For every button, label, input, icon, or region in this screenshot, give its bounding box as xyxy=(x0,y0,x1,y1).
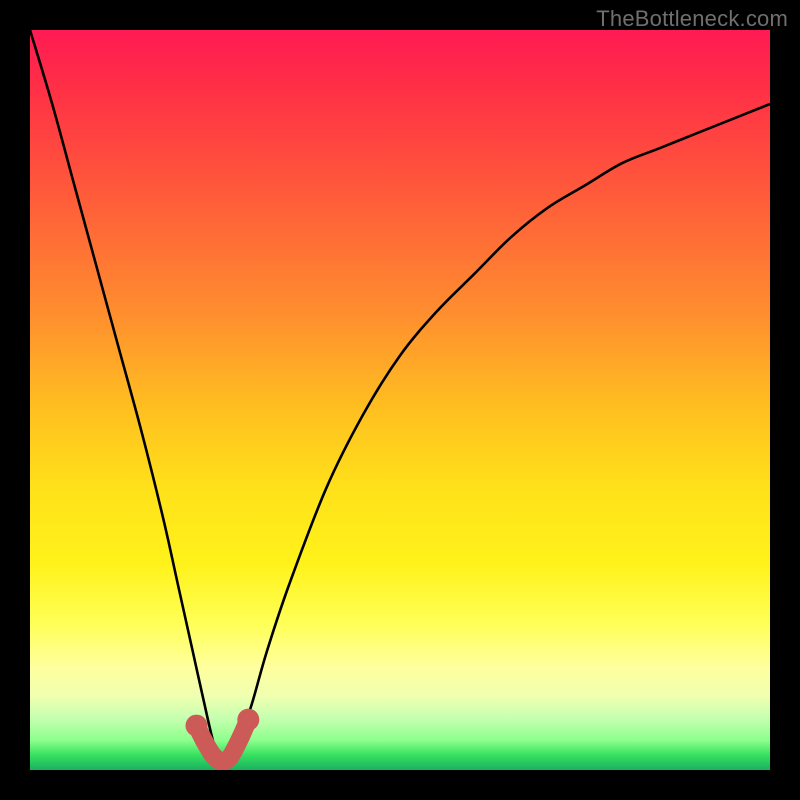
chart-svg xyxy=(30,30,770,770)
highlight-dot xyxy=(237,709,259,731)
chart-frame: TheBottleneck.com xyxy=(0,0,800,800)
highlighted-trough-dots xyxy=(186,709,260,770)
bottleneck-curve-path xyxy=(30,30,770,764)
chart-plot-area xyxy=(30,30,770,770)
watermark-text: TheBottleneck.com xyxy=(596,6,788,32)
